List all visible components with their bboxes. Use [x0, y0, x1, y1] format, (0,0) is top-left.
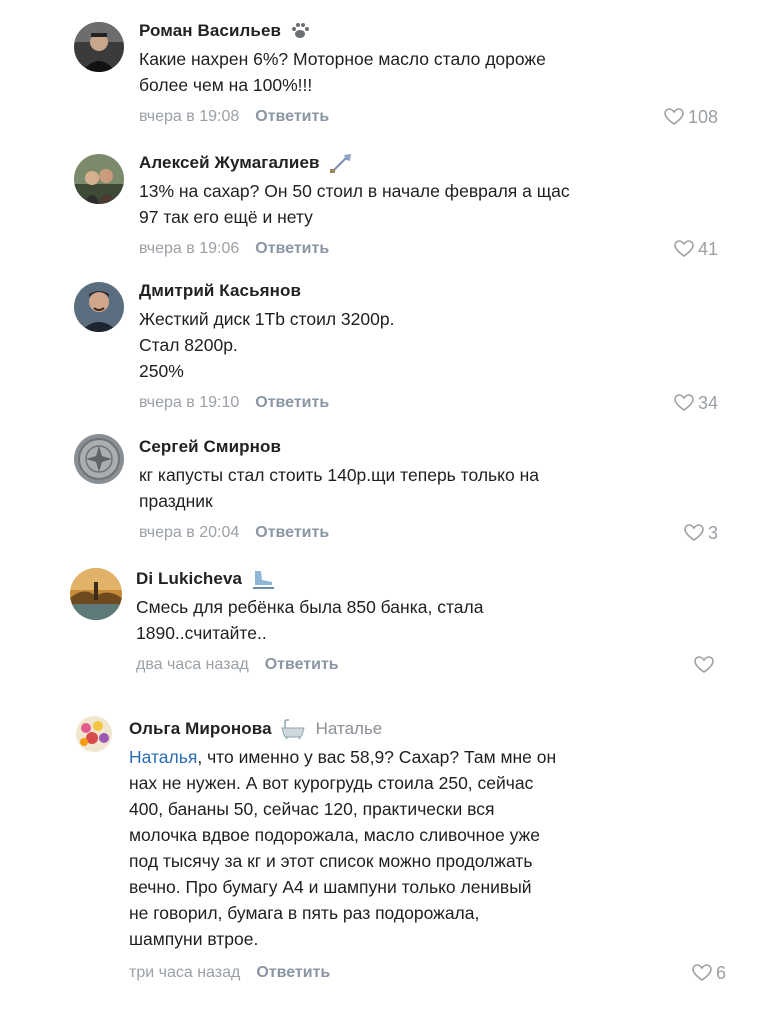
comment-text: Жесткий диск 1Tb стоил 3200р. Стал 8200р… [139, 309, 395, 381]
mention-link[interactable]: Наталья [129, 747, 197, 767]
like-button[interactable] [694, 656, 718, 674]
comment-body: Сергей Смирнов кг капусты стал стоить 14… [139, 434, 718, 544]
comment-header: Ольга Миронова Наталье [129, 716, 718, 742]
comment-header: Роман Васильев [139, 18, 718, 44]
comment-footer: вчера в 19:06 Ответить 41 [139, 238, 718, 260]
author-name[interactable]: Роман Васильев [139, 21, 281, 41]
comment-header: Дмитрий Касьянов [139, 278, 718, 304]
author-name[interactable]: Сергей Смирнов [139, 437, 281, 457]
comment-footer: два часа назад Ответить [136, 654, 718, 676]
reply-to-label[interactable]: Наталье [316, 719, 383, 739]
like-count: 3 [707, 522, 718, 543]
reply-button[interactable]: Ответить [256, 964, 330, 982]
avatar[interactable] [74, 282, 124, 332]
comment-header: Алексей Жумагалиев [139, 150, 718, 176]
comment-time: вчера в 19:06 [139, 240, 240, 257]
comment-body: Роман Васильев Какие нахрен 6%? Моторное… [139, 18, 718, 128]
reply-button[interactable]: Ответить [255, 108, 329, 126]
heart-icon [684, 524, 704, 541]
like-count: 6 [715, 962, 726, 983]
avatar[interactable] [74, 154, 124, 204]
comment-time: вчера в 20:04 [139, 524, 240, 541]
comment-header: Сергей Смирнов [139, 434, 718, 460]
comment-time: вчера в 19:10 [139, 394, 240, 411]
comment-text: кг капусты стал стоить 140р.щи теперь то… [139, 465, 539, 511]
avatar[interactable] [76, 716, 112, 752]
comment-body: Дмитрий Касьянов Жесткий диск 1Tb стоил … [139, 278, 718, 414]
shovel-icon [328, 152, 354, 174]
like-button[interactable]: 6 [692, 963, 726, 984]
author-name[interactable]: Di Lukicheva [136, 569, 242, 589]
comment-time: два часа назад [136, 656, 249, 673]
like-count: 108 [687, 106, 718, 127]
comment-text-body: , что именно у вас 58,9? Сахар? Там мне … [129, 747, 557, 949]
comment-text: Наталья, что именно у вас 58,9? Сахар? Т… [129, 744, 718, 952]
reply-button[interactable]: Ответить [265, 656, 339, 674]
heart-icon [674, 394, 694, 411]
comment-time: три часа назад [129, 964, 241, 981]
comment-footer: три часа назад Ответить 6 [129, 962, 726, 984]
comment-footer: вчера в 19:08 Ответить 108 [139, 106, 718, 128]
like-button[interactable]: 108 [664, 107, 718, 128]
bathtub-icon [280, 718, 306, 740]
paw-icon [289, 21, 311, 41]
comment-body: Di Lukicheva Смесь для ребёнка была 850 … [136, 566, 718, 676]
comment-footer: вчера в 20:04 Ответить 3 [139, 522, 718, 544]
like-button[interactable]: 41 [674, 239, 718, 260]
avatar[interactable] [74, 22, 124, 72]
comment-footer: вчера в 19:10 Ответить 34 [139, 392, 718, 414]
comment-text: 13% на сахар? Он 50 стоил в начале февра… [139, 181, 570, 227]
comment-body: Алексей Жумагалиев 13% на сахар? Он 50 с… [139, 150, 718, 260]
avatar[interactable] [70, 568, 122, 620]
comment-text: Смесь для ребёнка была 850 банка, стала … [136, 597, 484, 643]
comment-header: Di Lukicheva [136, 566, 718, 592]
author-name[interactable]: Алексей Жумагалиев [139, 153, 320, 173]
heart-icon [694, 656, 714, 673]
comment-time: вчера в 19:08 [139, 108, 240, 125]
like-count: 41 [697, 238, 718, 259]
ice-skate-icon [250, 568, 276, 590]
reply-button[interactable]: Ответить [255, 524, 329, 542]
heart-icon [692, 964, 712, 981]
heart-icon [674, 240, 694, 257]
author-name[interactable]: Дмитрий Касьянов [139, 281, 301, 301]
avatar[interactable] [74, 434, 124, 484]
reply-button[interactable]: Ответить [255, 240, 329, 258]
reply-button[interactable]: Ответить [255, 394, 329, 412]
like-button[interactable]: 34 [674, 393, 718, 414]
like-button[interactable]: 3 [684, 523, 718, 544]
author-name[interactable]: Ольга Миронова [129, 719, 272, 739]
comment-text: Какие нахрен 6%? Моторное масло стало до… [139, 49, 546, 95]
like-count: 34 [697, 392, 718, 413]
heart-icon [664, 108, 684, 125]
comment-body: Ольга Миронова Наталье Наталья, что имен… [129, 716, 726, 984]
